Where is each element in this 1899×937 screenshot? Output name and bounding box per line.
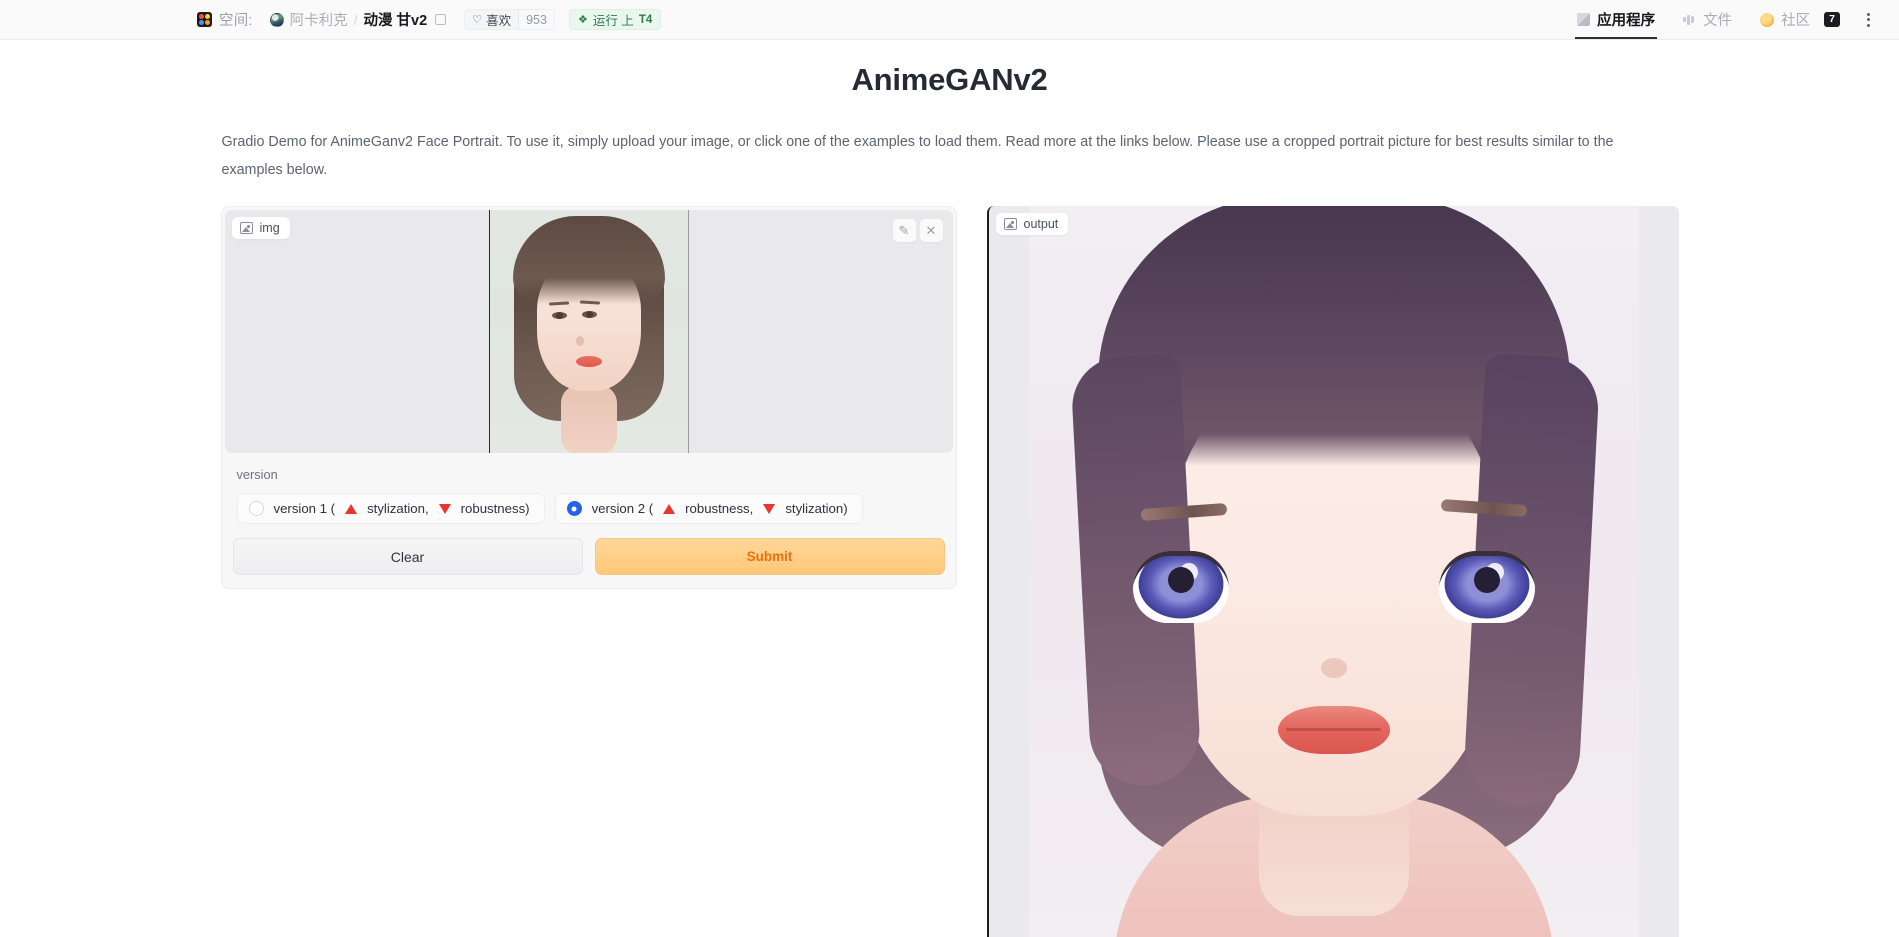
close-icon[interactable]: ✕ bbox=[919, 219, 943, 242]
tab-app-label: 应用程序 bbox=[1597, 13, 1656, 29]
image-tools: ✎ ✕ bbox=[892, 219, 943, 242]
page-body: AnimeGANv2 Gradio Demo for AnimeGanv2 Fa… bbox=[0, 40, 1899, 937]
tab-community-label: 社区 bbox=[1781, 13, 1811, 29]
radio-version-1[interactable]: version 1 ( stylization, robustness) bbox=[236, 493, 545, 524]
more-options-icon[interactable] bbox=[1854, 0, 1883, 39]
submit-button[interactable]: Submit bbox=[594, 538, 945, 575]
like-control[interactable]: ♡ 喜欢 953 bbox=[464, 9, 555, 30]
community-count-badge: 7 bbox=[1824, 11, 1840, 28]
radio-version-1-up-word: stylization, bbox=[367, 501, 429, 516]
breadcrumb-separator: / bbox=[353, 11, 358, 28]
triangle-up-icon bbox=[345, 503, 358, 514]
triangle-up-icon bbox=[663, 503, 676, 514]
repo-name[interactable]: 动漫 甘v2 bbox=[364, 9, 428, 30]
input-card: img ✎ ✕ version version 1 (stylization,… bbox=[220, 206, 957, 589]
radio-version-2-down-word: stylization) bbox=[785, 501, 848, 516]
like-button[interactable]: ♡ 喜欢 bbox=[465, 10, 518, 29]
owner-avatar[interactable] bbox=[269, 12, 284, 27]
gpu-leaf-icon: ❖ bbox=[577, 14, 588, 26]
radio-version-2[interactable]: version 2 ( robustness, stylization) bbox=[554, 493, 863, 524]
output-column: output bbox=[986, 206, 1679, 937]
tab-app[interactable]: 应用程序 bbox=[1563, 0, 1669, 39]
output-image-panel[interactable]: output bbox=[986, 206, 1679, 937]
input-image-panel[interactable]: img ✎ ✕ bbox=[224, 210, 953, 453]
output-block-label: output bbox=[995, 213, 1069, 235]
breadcrumb: 空间: 阿卡利克 / 动漫 甘v2 ♡ 喜欢 953 ❖ 运行 上 T4 bbox=[197, 0, 662, 39]
copy-icon[interactable] bbox=[435, 14, 447, 25]
owner-name[interactable]: 阿卡利克 bbox=[290, 9, 348, 30]
top-navigation-bar: 空间: 阿卡利克 / 动漫 甘v2 ♡ 喜欢 953 ❖ 运行 上 T4 应用程… bbox=[0, 0, 1899, 40]
triangle-down-icon bbox=[438, 503, 451, 514]
page-title: AnimeGANv2 bbox=[851, 62, 1048, 97]
demo-panels: img ✎ ✕ version version 1 (stylization,… bbox=[220, 206, 1679, 937]
input-block-label: img bbox=[231, 217, 290, 239]
action-buttons: Clear Submit bbox=[225, 528, 953, 585]
input-image bbox=[225, 210, 953, 453]
input-column: img ✎ ✕ version version 1 (stylization,… bbox=[220, 206, 957, 589]
radio-version-2-up-word: robustness, bbox=[685, 501, 754, 516]
radio-version-1-prefix: version 1 ( bbox=[273, 501, 336, 516]
image-icon bbox=[239, 222, 253, 234]
output-label-text: output bbox=[1023, 217, 1059, 231]
community-icon bbox=[1760, 12, 1775, 27]
like-label: 喜欢 bbox=[486, 14, 512, 28]
app-cube-icon bbox=[1577, 13, 1591, 26]
spaces-label[interactable]: 空间: bbox=[219, 9, 253, 30]
output-image bbox=[989, 206, 1679, 937]
image-icon bbox=[1003, 218, 1017, 230]
top-nav-tabs: 应用程序 文件 社区 7 bbox=[1563, 0, 1883, 39]
anime-result-image bbox=[1028, 206, 1639, 937]
like-count: 953 bbox=[518, 10, 554, 29]
radio-version-2-prefix: version 2 ( bbox=[591, 501, 654, 516]
files-icon bbox=[1683, 14, 1696, 26]
radio-indicator-selected[interactable] bbox=[566, 501, 582, 516]
version-selector: version version 1 ( stylization, robustn… bbox=[225, 453, 953, 528]
run-hardware-label: T4 bbox=[638, 13, 653, 26]
runtime-status-badge[interactable]: ❖ 运行 上 T4 bbox=[568, 9, 662, 30]
tab-files[interactable]: 文件 bbox=[1669, 0, 1746, 39]
tab-community[interactable]: 社区 7 bbox=[1746, 0, 1854, 39]
version-radio-group: version 1 ( stylization, robustness) ver… bbox=[236, 493, 941, 524]
clear-button[interactable]: Clear bbox=[232, 538, 583, 575]
page-description: Gradio Demo for AnimeGanv2 Face Portrait… bbox=[221, 134, 1614, 178]
triangle-down-icon bbox=[763, 503, 776, 514]
spaces-logo-icon[interactable] bbox=[197, 12, 212, 27]
pencil-icon[interactable]: ✎ bbox=[892, 219, 916, 242]
run-status-label: 运行 上 bbox=[592, 14, 634, 28]
heart-icon: ♡ bbox=[472, 14, 483, 26]
version-label: version bbox=[236, 467, 278, 482]
radio-indicator[interactable] bbox=[248, 501, 264, 516]
radio-version-1-down-word: robustness) bbox=[460, 501, 530, 516]
input-label-text: img bbox=[259, 221, 280, 235]
tab-files-label: 文件 bbox=[1703, 13, 1733, 29]
uploaded-photo bbox=[488, 210, 689, 453]
